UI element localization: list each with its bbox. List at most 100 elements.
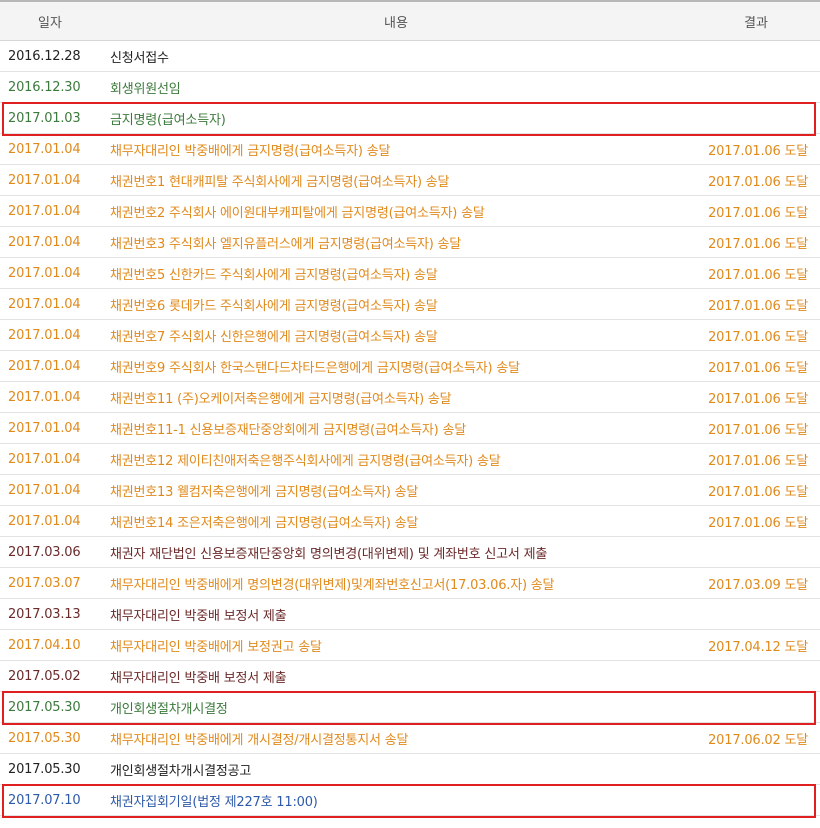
row-content: 채권번호7 주식회사 신한은행에게 금지명령(급여소득자) 송달	[100, 319, 692, 351]
row-result	[692, 691, 820, 723]
row-date: 2017.05.30	[0, 753, 100, 785]
row-result: 2017.01.06 도달	[692, 133, 820, 165]
row-date: 2017.01.04	[0, 288, 100, 320]
row-content: 채무자대리인 박중배 보정서 제출	[100, 660, 692, 692]
row-result: 2017.01.06 도달	[692, 412, 820, 444]
row-date: 2017.05.02	[0, 660, 100, 692]
row-result	[692, 660, 820, 692]
row-content: 채무자대리인 박중배에게 명의변경(대위변제)및계좌번호신고서(17.03.06…	[100, 567, 692, 599]
table-row: 2017.01.04 채권번호6 롯데카드 주식회사에게 금지명령(급여소득자) …	[0, 288, 820, 320]
row-date: 2017.01.04	[0, 319, 100, 351]
row-date: 2017.01.04	[0, 133, 100, 165]
header-content: 내용	[100, 0, 692, 41]
table-body: 2016.12.28 신청서접수 2016.12.30 회생위원선임 2017.01.0…	[0, 40, 820, 816]
row-result: 2017.01.06 도달	[692, 319, 820, 351]
row-result	[692, 784, 820, 816]
table-row: 2017.01.04 채권번호5 신한카드 주식회사에게 금지명령(급여소득자) …	[0, 257, 820, 289]
row-result	[692, 536, 820, 568]
header-date: 일자	[0, 0, 100, 41]
row-result: 2017.04.12 도달	[692, 629, 820, 661]
row-date: 2017.04.10	[0, 629, 100, 661]
row-content: 채권번호6 롯데카드 주식회사에게 금지명령(급여소득자) 송달	[100, 288, 692, 320]
table-row: 2017.04.10 채무자대리인 박중배에게 보정권고 송달 2017.04.12…	[0, 629, 820, 661]
row-date: 2017.03.06	[0, 536, 100, 568]
row-content: 채무자대리인 박중배 보정서 제출	[100, 598, 692, 630]
row-content: 채권번호3 주식회사 엘지유플러스에게 금지명령(급여소득자) 송달	[100, 226, 692, 258]
row-content: 채권번호11-1 신용보증재단중앙회에게 금지명령(급여소득자) 송달	[100, 412, 692, 444]
row-result: 2017.01.06 도달	[692, 257, 820, 289]
table-row: 2017.01.04 채권번호2 주식회사 에이원대부캐피탈에게 금지명령(급여소…	[0, 195, 820, 227]
table-row: 2017.07.10 채권자집회기일(법정 제227호 11:00)	[0, 784, 820, 816]
row-content: 채권번호9 주식회사 한국스탠다드차타드은행에게 금지명령(급여소득자) 송달	[100, 350, 692, 382]
row-content: 금지명령(급여소득자)	[100, 102, 692, 134]
row-date: 2017.01.04	[0, 226, 100, 258]
table-row: 2017.01.04 채무자대리인 박중배에게 금지명령(급여소득자) 송달 201…	[0, 133, 820, 165]
row-content: 채권번호2 주식회사 에이원대부캐피탈에게 금지명령(급여소득자) 송달	[100, 195, 692, 227]
table-row: 2017.03.07 채무자대리인 박중배에게 명의변경(대위변제)및계좌번호신고…	[0, 567, 820, 599]
table-header: 일자 내용 결과	[0, 0, 820, 41]
table-row: 2017.01.04 채권번호1 현대캐피탈 주식회사에게 금지명령(급여소득자)…	[0, 164, 820, 196]
row-result: 2017.01.06 도달	[692, 443, 820, 475]
row-result: 2017.06.02 도달	[692, 722, 820, 754]
header-result: 결과	[692, 0, 820, 41]
table-row: 2017.01.04 채권번호13 웰컴저축은행에게 금지명령(급여소득자) 송달…	[0, 474, 820, 506]
row-result: 2017.01.06 도달	[692, 164, 820, 196]
row-date: 2016.12.28	[0, 40, 100, 72]
row-date: 2017.01.04	[0, 257, 100, 289]
row-content: 채권번호5 신한카드 주식회사에게 금지명령(급여소득자) 송달	[100, 257, 692, 289]
row-date: 2017.01.04	[0, 443, 100, 475]
row-content: 채무자대리인 박중배에게 보정권고 송달	[100, 629, 692, 661]
row-content: 채권번호13 웰컴저축은행에게 금지명령(급여소득자) 송달	[100, 474, 692, 506]
table-row: 2017.05.30 개인회생절차개시결정공고	[0, 753, 820, 785]
row-date: 2017.05.30	[0, 722, 100, 754]
row-content: 개인회생절차개시결정	[100, 691, 692, 723]
row-date: 2017.01.04	[0, 164, 100, 196]
row-date: 2017.01.04	[0, 412, 100, 444]
history-table: 일자 내용 결과 2016.12.28 신청서접수 2016.12.30 회생위원선임…	[0, 0, 820, 816]
row-content: 채무자대리인 박중배에게 금지명령(급여소득자) 송달	[100, 133, 692, 165]
case-history: 일자 내용 결과 2016.12.28 신청서접수 2016.12.30 회생위원선임…	[0, 0, 820, 828]
row-date: 2017.01.04	[0, 350, 100, 382]
row-content: 채권번호12 제이티친애저축은행주식회사에게 금지명령(급여소득자) 송달	[100, 443, 692, 475]
table-row: 2017.01.03 금지명령(급여소득자)	[0, 102, 820, 134]
row-result	[692, 102, 820, 134]
table-row: 2017.03.06 채권자 재단법인 신용보증재단중앙회 명의변경(대위변제) …	[0, 536, 820, 568]
row-date: 2017.05.30	[0, 691, 100, 723]
row-result: 2017.01.06 도달	[692, 381, 820, 413]
row-date: 2017.01.03	[0, 102, 100, 134]
table-row: 2017.01.04 채권번호3 주식회사 엘지유플러스에게 금지명령(급여소득자…	[0, 226, 820, 258]
row-result: 2017.01.06 도달	[692, 195, 820, 227]
row-result: 2017.01.06 도달	[692, 505, 820, 537]
table-row: 2016.12.28 신청서접수	[0, 40, 820, 72]
table-row: 2017.05.02 채무자대리인 박중배 보정서 제출	[0, 660, 820, 692]
row-result	[692, 40, 820, 72]
table-row: 2017.01.04 채권번호7 주식회사 신한은행에게 금지명령(급여소득자) …	[0, 319, 820, 351]
row-date: 2016.12.30	[0, 71, 100, 103]
row-content: 채권번호11 (주)오케이저축은행에게 금지명령(급여소득자) 송달	[100, 381, 692, 413]
row-result	[692, 71, 820, 103]
row-content: 신청서접수	[100, 40, 692, 72]
row-content: 회생위원선임	[100, 71, 692, 103]
row-date: 2017.01.04	[0, 195, 100, 227]
row-date: 2017.07.10	[0, 784, 100, 816]
table-row: 2017.05.30 채무자대리인 박중배에게 개시결정/개시결정통지서 송달 20…	[0, 722, 820, 754]
table-row: 2017.01.04 채권번호11 (주)오케이저축은행에게 금지명령(급여소득자…	[0, 381, 820, 413]
row-content: 개인회생절차개시결정공고	[100, 753, 692, 785]
table-row: 2017.03.13 채무자대리인 박중배 보정서 제출	[0, 598, 820, 630]
row-date: 2017.03.07	[0, 567, 100, 599]
table-row: 2017.01.04 채권번호14 조은저축은행에게 금지명령(급여소득자) 송달…	[0, 505, 820, 537]
row-result: 2017.01.06 도달	[692, 350, 820, 382]
row-content: 채권자집회기일(법정 제227호 11:00)	[100, 784, 692, 816]
row-content: 채권자 재단법인 신용보증재단중앙회 명의변경(대위변제) 및 계좌번호 신고서…	[100, 536, 692, 568]
row-content: 채권번호14 조은저축은행에게 금지명령(급여소득자) 송달	[100, 505, 692, 537]
row-date: 2017.01.04	[0, 381, 100, 413]
row-content: 채무자대리인 박중배에게 개시결정/개시결정통지서 송달	[100, 722, 692, 754]
row-result	[692, 753, 820, 785]
table-row: 2017.01.04 채권번호9 주식회사 한국스탠다드차타드은행에게 금지명령(…	[0, 350, 820, 382]
table-row: 2017.01.04 채권번호12 제이티친애저축은행주식회사에게 금지명령(급여…	[0, 443, 820, 475]
row-result: 2017.01.06 도달	[692, 226, 820, 258]
row-result	[692, 598, 820, 630]
row-date: 2017.03.13	[0, 598, 100, 630]
table-row: 2017.01.04 채권번호11-1 신용보증재단중앙회에게 금지명령(급여소득…	[0, 412, 820, 444]
table-row: 2016.12.30 회생위원선임	[0, 71, 820, 103]
